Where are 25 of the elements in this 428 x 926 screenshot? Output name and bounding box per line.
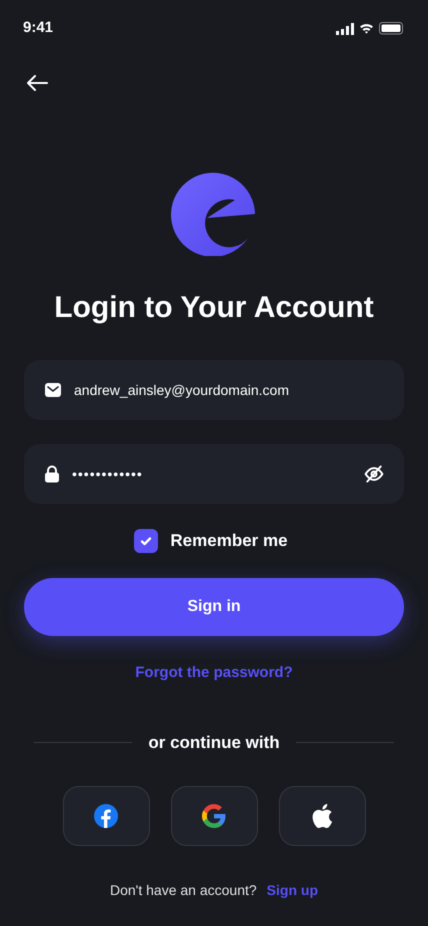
- apple-icon: [311, 804, 333, 828]
- lock-icon: [44, 465, 60, 483]
- forgot-password-link[interactable]: Forgot the password?: [135, 662, 293, 684]
- status-time: 9:41: [23, 18, 54, 38]
- battery-icon: [379, 22, 404, 35]
- sign-up-link[interactable]: Sign up: [266, 880, 318, 900]
- password-field[interactable]: ••••••••••••: [24, 444, 404, 504]
- checkbox[interactable]: [134, 528, 158, 553]
- signal-icon: [336, 22, 354, 34]
- email-icon: [44, 382, 62, 398]
- social-login-button[interactable]: [170, 786, 258, 846]
- divider-label: or continue with: [148, 732, 280, 754]
- back-button[interactable]: [26, 72, 48, 94]
- social-login-button[interactable]: [278, 786, 366, 846]
- page-title: Login to Your Account: [53, 290, 375, 326]
- sign-in-button[interactable]: Sign in: [24, 578, 404, 636]
- email-field[interactable]: andrew_ainsley@yourdomain.com: [24, 360, 404, 420]
- signup-prompt: Don't have an account?: [110, 880, 257, 900]
- password-dots: ••••••••••••: [72, 464, 143, 484]
- remember-me-label: Remember me: [170, 530, 288, 552]
- eye-slash-icon[interactable]: [364, 464, 384, 484]
- google-icon: [202, 804, 226, 828]
- facebook-icon: [94, 804, 118, 828]
- wifi-icon: [359, 23, 374, 34]
- email-value: andrew_ainsley@yourdomain.com: [74, 380, 289, 400]
